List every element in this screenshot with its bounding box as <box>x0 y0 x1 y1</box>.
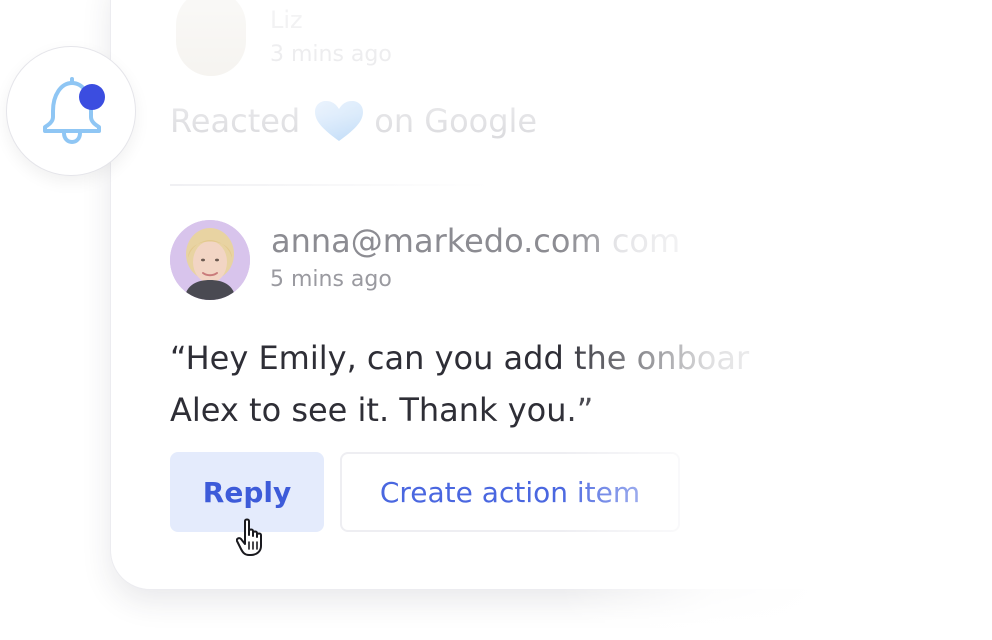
notification-time: 5 mins ago <box>270 267 392 292</box>
heart-icon <box>314 100 364 142</box>
notifications-bell-button[interactable] <box>6 46 136 176</box>
reaction-suffix: on Google <box>374 102 538 140</box>
notification-dot <box>79 84 105 110</box>
message-line-2: Alex to see it. Thank you.” <box>170 391 594 429</box>
previous-notification-time: 3 mins ago <box>270 42 392 67</box>
sender-email-text: anna@markedo.com <box>271 222 602 260</box>
sender-avatar <box>170 220 250 300</box>
previous-notification-avatar <box>176 0 246 76</box>
sender-email: anna@markedo.com com <box>271 222 680 260</box>
hand-pointer-cursor-icon <box>235 518 270 562</box>
bell-icon <box>43 77 105 145</box>
notification-divider <box>170 184 490 186</box>
sender-email-overflow: com <box>611 222 681 260</box>
previous-notification-name: Liz <box>270 6 303 34</box>
previous-notification-reaction: Reacted on Google <box>170 100 537 142</box>
notification-message: “Hey Emily, can you add the onboar Alex … <box>170 332 810 436</box>
message-line-1: “Hey Emily, can you add the onboar <box>170 339 750 377</box>
reaction-prefix: Reacted <box>170 102 301 140</box>
create-action-item-button[interactable]: Create action item <box>340 452 680 532</box>
